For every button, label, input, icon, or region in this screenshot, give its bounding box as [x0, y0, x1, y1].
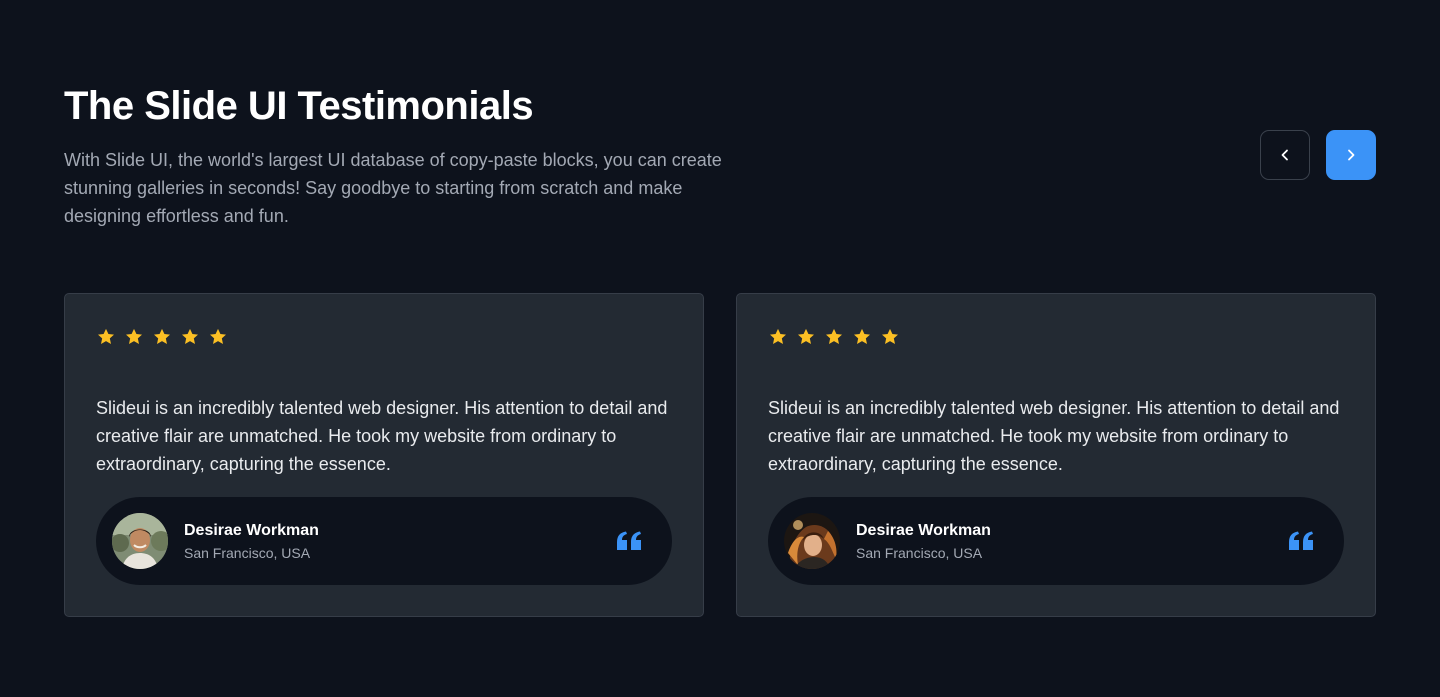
chevron-left-icon	[1281, 149, 1288, 161]
avatar-photo-woman	[784, 513, 840, 569]
star-icon	[126, 328, 142, 344]
avatar	[784, 513, 840, 569]
star-icon	[154, 328, 170, 344]
author-info: Desirae Workman San Francisco, USA	[184, 520, 616, 563]
testimonial-list: Slideui is an incredibly talented web de…	[64, 293, 1376, 617]
star-icon	[98, 328, 114, 344]
author-pill: Desirae Workman San Francisco, USA	[96, 497, 672, 585]
avatar	[112, 513, 168, 569]
star-icon	[770, 328, 786, 344]
quote-icon	[617, 531, 641, 550]
testimonials-header: The Slide UI Testimonials With Slide UI,…	[64, 82, 744, 230]
testimonial-quote: Slideui is an incredibly talented web de…	[768, 398, 1340, 474]
author-location: San Francisco, USA	[184, 544, 311, 561]
quote-icon	[1289, 531, 1313, 550]
star-icon	[210, 328, 226, 344]
star-icon	[882, 328, 898, 344]
avatar-photo-man	[112, 513, 168, 569]
author-info: Desirae Workman San Francisco, USA	[856, 520, 1288, 563]
star-icon	[182, 328, 198, 344]
testimonial-card: Slideui is an incredibly talented web de…	[64, 293, 704, 617]
chevron-right-icon	[1348, 149, 1355, 161]
carousel-nav	[1260, 130, 1376, 180]
star-icon	[798, 328, 814, 344]
testimonial-card: Slideui is an incredibly talented web de…	[736, 293, 1376, 617]
page-subtitle: With Slide UI, the world's largest UI da…	[64, 150, 722, 226]
star-icon	[826, 328, 842, 344]
star-rating	[768, 326, 1344, 348]
author-name: Desirae Workman	[856, 521, 991, 539]
star-icon	[854, 328, 870, 344]
testimonial-quote: Slideui is an incredibly talented web de…	[96, 398, 668, 474]
author-name: Desirae Workman	[184, 521, 319, 539]
star-rating	[96, 326, 672, 348]
previous-button[interactable]	[1260, 130, 1310, 180]
author-pill: Desirae Workman San Francisco, USA	[768, 497, 1344, 585]
next-button[interactable]	[1326, 130, 1376, 180]
page-title: The Slide UI Testimonials	[64, 84, 534, 128]
author-location: San Francisco, USA	[856, 544, 983, 561]
